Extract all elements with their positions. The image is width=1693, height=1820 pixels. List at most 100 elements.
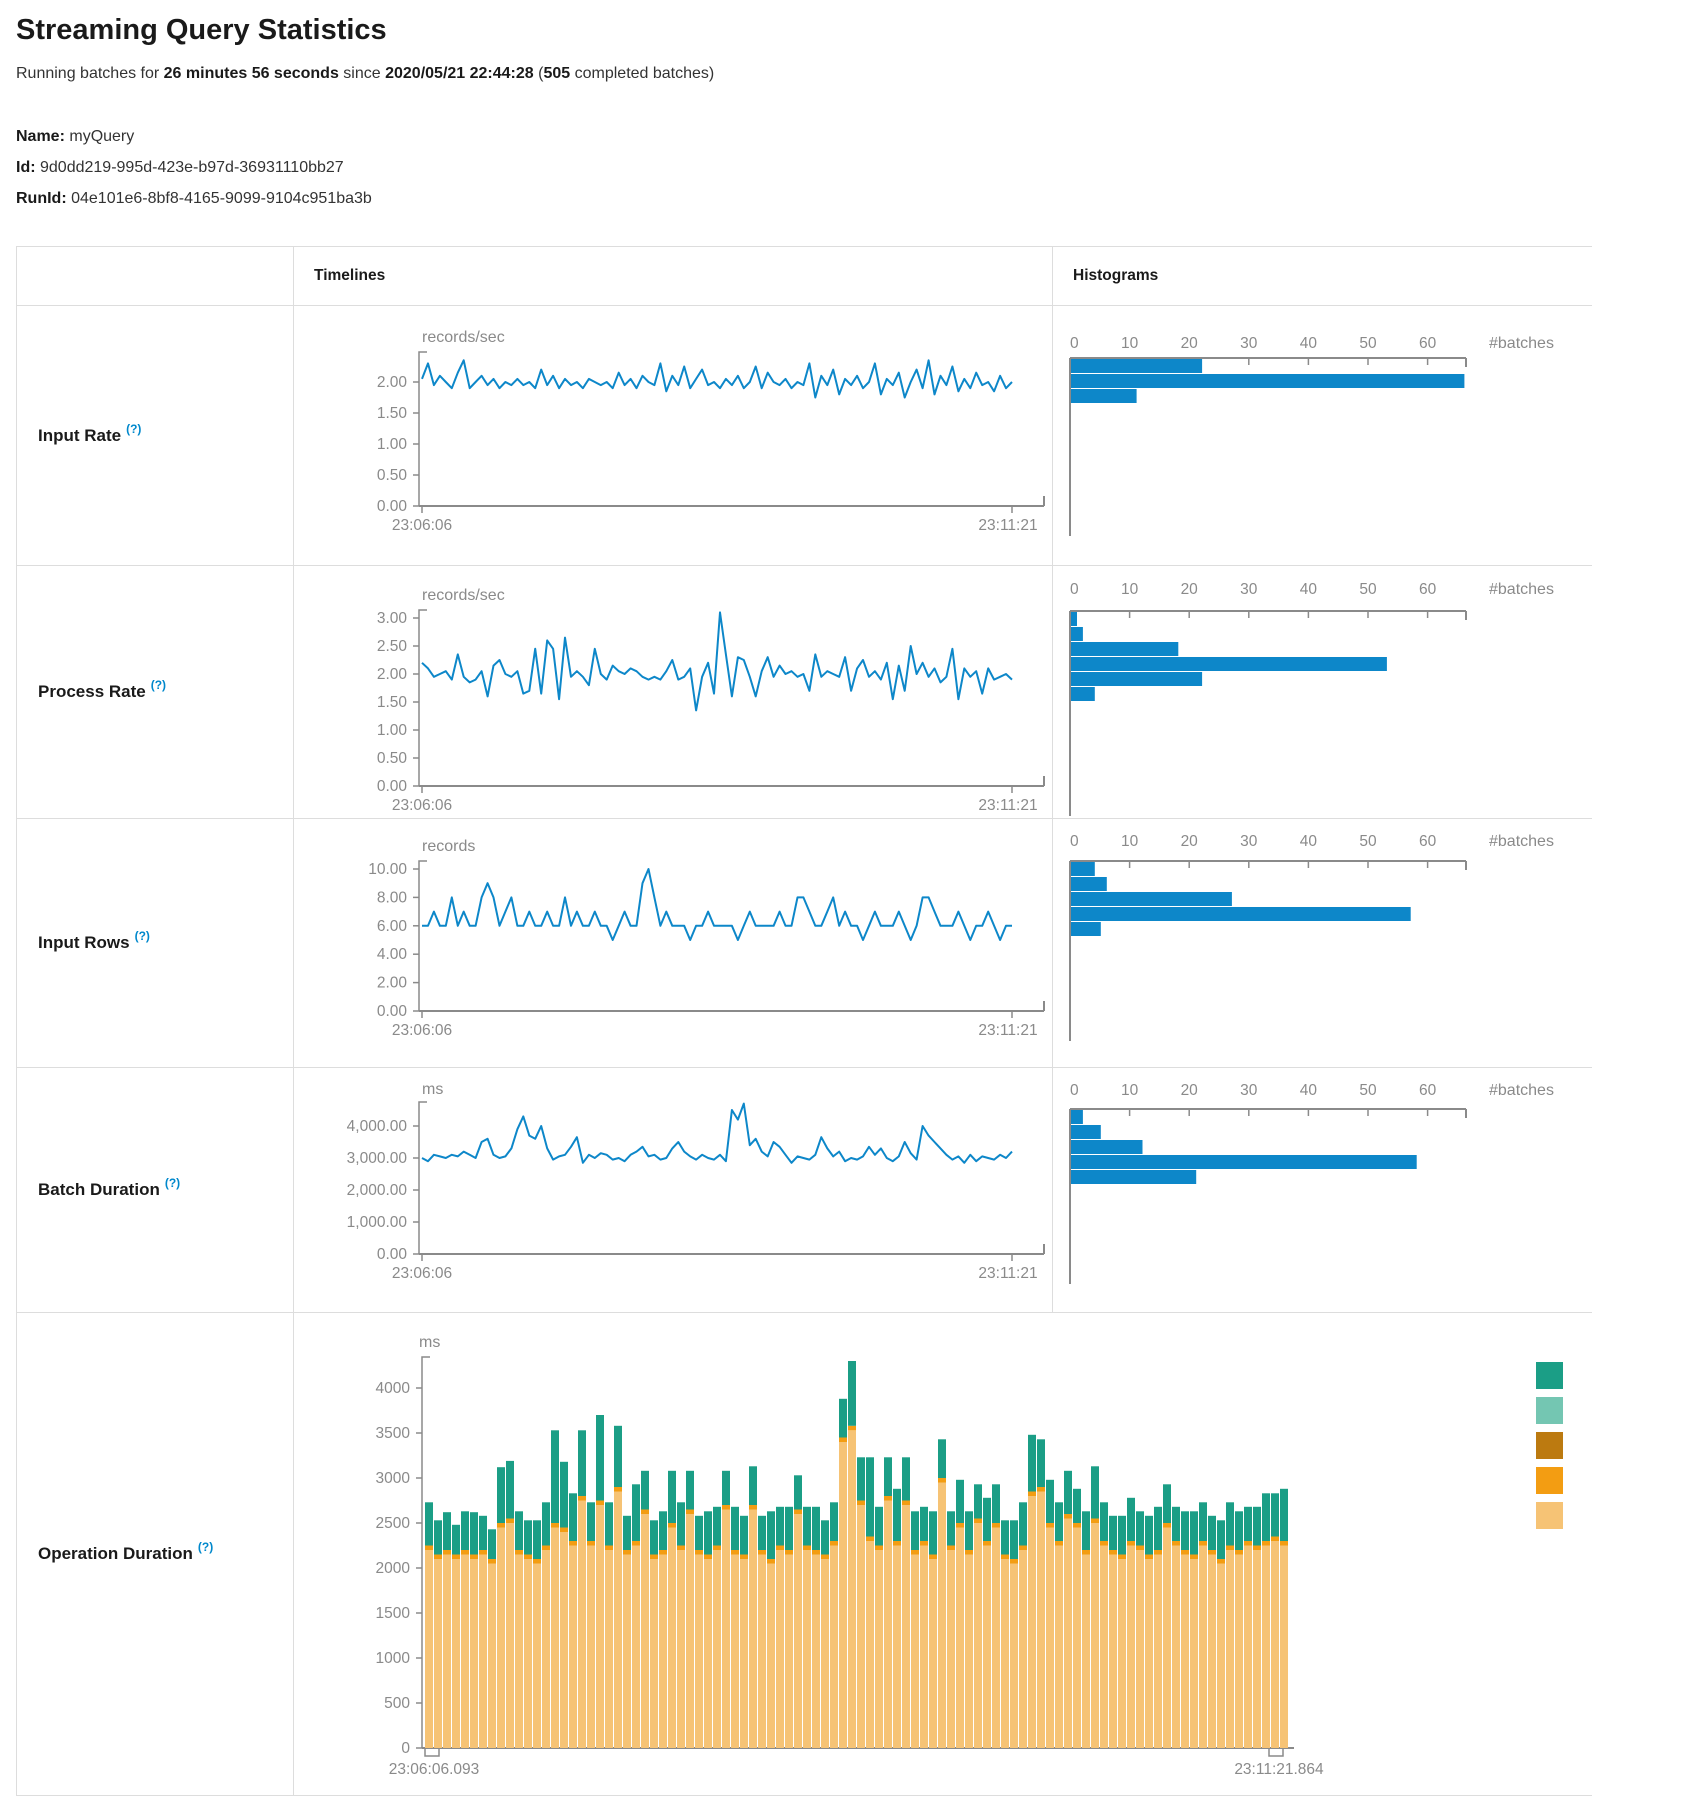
svg-text:1.50: 1.50 [377, 694, 408, 711]
timeline-svg: records/sec0.000.501.001.502.002.503.002… [294, 566, 1051, 818]
operation-duration-help-icon[interactable]: (?) [198, 1540, 213, 1554]
svg-text:records/sec: records/sec [422, 587, 505, 604]
input-rate-label: Input Rate [38, 426, 121, 446]
page-title: Streaming Query Statistics [16, 14, 1693, 47]
svg-text:0.50: 0.50 [377, 467, 408, 484]
input-rate-help-icon[interactable]: (?) [126, 422, 141, 436]
svg-text:8.00: 8.00 [377, 889, 408, 906]
svg-text:1000: 1000 [376, 1650, 411, 1667]
svg-text:2,000.00: 2,000.00 [347, 1182, 408, 1199]
svg-text:10: 10 [1121, 581, 1139, 598]
histogram-svg: 0102030405060#batches [1053, 566, 1591, 818]
svg-text:40: 40 [1300, 833, 1318, 850]
svg-text:23:11:21: 23:11:21 [978, 1265, 1037, 1282]
svg-text:500: 500 [384, 1695, 410, 1712]
query-runid-row: RunId: 04e101e6-8bf8-4165-9099-9104c951b… [16, 183, 1693, 214]
svg-text:50: 50 [1359, 833, 1377, 850]
legend-swatch[interactable] [1536, 1502, 1563, 1529]
query-name-value: myQuery [69, 128, 134, 145]
query-runid-value: 04e101e6-8bf8-4165-9099-9104c951ba3b [71, 190, 372, 207]
running-summary: Running batches for 26 minutes 56 second… [16, 65, 1693, 83]
header-timelines-cell: Timelines [293, 247, 1052, 305]
svg-text:records/sec: records/sec [422, 329, 505, 346]
header-empty-cell [17, 247, 293, 305]
input-rows-label: Input Rows [38, 933, 130, 953]
svg-text:40: 40 [1300, 1082, 1318, 1099]
svg-text:#batches: #batches [1489, 335, 1554, 352]
svg-text:1.00: 1.00 [377, 722, 408, 739]
row-label-input-rate: Input Rate (?) [17, 305, 293, 565]
svg-text:6.00: 6.00 [377, 918, 408, 935]
svg-text:30: 30 [1240, 335, 1258, 352]
svg-text:2.50: 2.50 [377, 638, 408, 655]
svg-text:23:06:06: 23:06:06 [392, 797, 452, 814]
svg-text:0: 0 [1070, 335, 1079, 352]
svg-text:4,000.00: 4,000.00 [347, 1118, 408, 1135]
legend-swatch[interactable] [1536, 1362, 1563, 1389]
svg-text:50: 50 [1359, 581, 1377, 598]
input-rows-help-icon[interactable]: (?) [135, 929, 150, 943]
input-rate-histogram: 0102030405060#batches [1052, 305, 1592, 565]
start-time: 2020/05/21 22:44:28 [385, 65, 534, 82]
svg-text:20: 20 [1181, 581, 1199, 598]
svg-text:#batches: #batches [1489, 833, 1554, 850]
svg-text:1.00: 1.00 [377, 436, 408, 453]
svg-text:23:06:06: 23:06:06 [392, 1265, 452, 1282]
completed-count: 505 [543, 65, 570, 82]
statistics-table: Timelines Histograms Input Rate (?) recor… [16, 246, 1592, 1796]
svg-text:ms: ms [422, 1081, 443, 1098]
svg-text:50: 50 [1359, 1082, 1377, 1099]
svg-text:50: 50 [1359, 335, 1377, 352]
stacked-chart-svg: ms0500100015002000250030003500400023:06:… [294, 1313, 1592, 1795]
svg-text:30: 30 [1240, 833, 1258, 850]
histogram-svg: 0102030405060#batches [1053, 819, 1591, 1051]
input-rate-timeline-chart: records/sec0.000.501.001.502.0023:06:062… [293, 305, 1052, 565]
svg-text:60: 60 [1419, 335, 1437, 352]
since-label: since [343, 65, 380, 82]
svg-text:60: 60 [1419, 581, 1437, 598]
svg-text:30: 30 [1240, 581, 1258, 598]
svg-text:60: 60 [1419, 1082, 1437, 1099]
svg-text:ms: ms [419, 1334, 440, 1351]
svg-text:0.00: 0.00 [377, 498, 408, 515]
row-label-process-rate: Process Rate(?) [17, 565, 293, 818]
svg-text:0.00: 0.00 [377, 778, 408, 795]
svg-text:4.00: 4.00 [377, 946, 408, 963]
svg-text:10: 10 [1121, 1082, 1139, 1099]
svg-text:2000: 2000 [376, 1560, 411, 1577]
svg-text:0: 0 [1070, 833, 1079, 850]
svg-text:20: 20 [1181, 335, 1199, 352]
legend-swatch[interactable] [1536, 1432, 1563, 1459]
legend-swatch[interactable] [1536, 1397, 1563, 1424]
svg-text:2.00: 2.00 [377, 374, 408, 391]
row-label-operation-duration: Operation Duration (?) [17, 1312, 293, 1795]
process-rate-help-icon[interactable]: (?) [151, 678, 166, 692]
svg-text:40: 40 [1300, 335, 1318, 352]
timelines-header: Timelines [294, 267, 385, 285]
svg-text:0: 0 [401, 1740, 410, 1757]
timeline-svg: records/sec0.000.501.001.502.0023:06:062… [294, 306, 1051, 565]
svg-text:23:06:06: 23:06:06 [392, 1022, 452, 1039]
query-id-row: Id: 9d0dd219-995d-423e-b97d-36931110bb27 [16, 152, 1693, 183]
batch-duration-help-icon[interactable]: (?) [165, 1176, 180, 1190]
running-prefix: Running batches for [16, 65, 159, 82]
histogram-svg: 0102030405060#batches [1053, 306, 1591, 546]
input-rows-timeline-chart: records0.002.004.006.008.0010.0023:06:06… [293, 818, 1052, 1067]
operation-duration-label: Operation Duration [38, 1544, 193, 1564]
svg-text:0.00: 0.00 [377, 1246, 408, 1263]
svg-text:23:06:06: 23:06:06 [392, 517, 452, 534]
svg-text:#batches: #batches [1489, 581, 1554, 598]
running-duration: 26 minutes 56 seconds [164, 65, 339, 82]
svg-text:23:11:21: 23:11:21 [978, 1022, 1037, 1039]
batch-duration-label: Batch Duration [38, 1180, 160, 1200]
operation-duration-chart: ms0500100015002000250030003500400023:06:… [293, 1312, 1592, 1795]
svg-text:#batches: #batches [1489, 1082, 1554, 1099]
svg-text:0.00: 0.00 [377, 1003, 408, 1020]
completed-suffix: completed batches) [570, 65, 714, 82]
process-rate-histogram: 0102030405060#batches [1052, 565, 1592, 818]
svg-text:10: 10 [1121, 833, 1139, 850]
svg-text:2.00: 2.00 [377, 975, 408, 992]
row-label-input-rows: Input Rows (?) [17, 818, 293, 1067]
legend-swatch[interactable] [1536, 1467, 1563, 1494]
header-histograms-cell: Histograms [1052, 247, 1592, 305]
